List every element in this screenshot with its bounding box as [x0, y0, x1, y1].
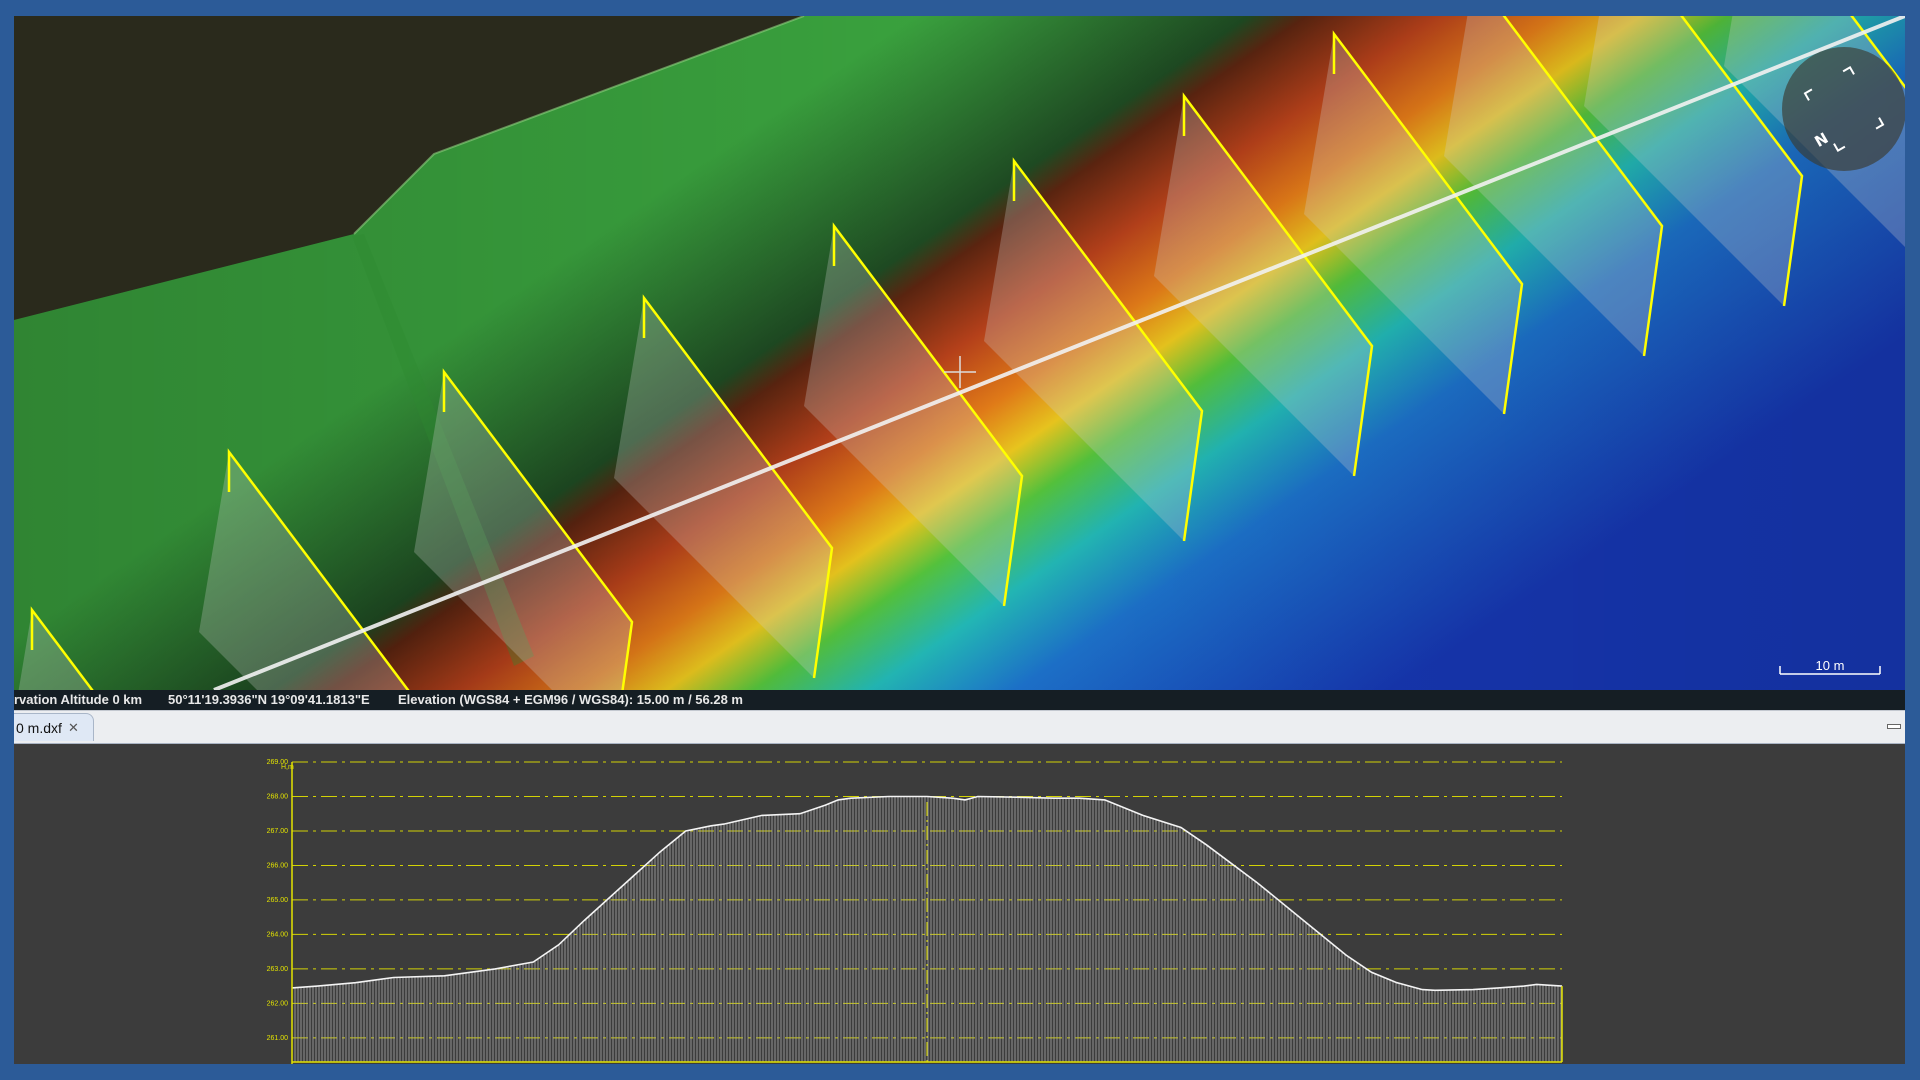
status-bar: rvation Altitude 0 km 50°11'19.3936"N 19…	[14, 690, 1905, 710]
tab-strip: 0 m.dxf ✕	[14, 710, 1905, 745]
coordinates-readout: 50°11'19.3936"N 19°09'41.1813"E	[168, 692, 370, 707]
minimize-button[interactable]	[1887, 724, 1901, 729]
y-tick-label: 264.00	[267, 931, 289, 938]
y-axis-label: H,m	[281, 764, 294, 771]
elevation-readout: Elevation (WGS84 + EGM96 / WGS84): 15.00…	[398, 692, 743, 707]
elevation-profile-panel: 261.00 262.00 263.00 264.00 265.00 266.00 267.…	[14, 744, 1905, 1064]
application-frame: N 10 m rvation Altitude 0 km 50°11'19.39…	[14, 16, 1905, 1064]
y-tick-label: 268.00	[267, 793, 289, 800]
y-tick-label: 261.00	[267, 1035, 289, 1042]
terrain-3d-view[interactable]: N 10 m	[14, 16, 1905, 690]
tab-title: 0 m.dxf	[16, 720, 62, 736]
terrain-render[interactable]: N 10 m	[14, 16, 1905, 690]
y-tick-label: 267.00	[267, 828, 289, 835]
tab-dxf-file[interactable]: 0 m.dxf ✕	[14, 713, 94, 741]
y-tick-labels: 261.00 262.00 263.00 264.00 265.00 266.00 267.…	[267, 759, 289, 1042]
observation-altitude-readout: rvation Altitude 0 km	[14, 692, 143, 707]
compass-icon[interactable]: N	[1782, 47, 1905, 171]
y-tick-label: 265.00	[267, 897, 289, 904]
y-tick-label: 263.00	[267, 966, 289, 973]
elevation-profile-chart[interactable]: 261.00 262.00 263.00 264.00 265.00 266.00 267.…	[14, 744, 1905, 1064]
y-tick-label: 262.00	[267, 1000, 289, 1007]
close-icon[interactable]: ✕	[68, 714, 79, 742]
y-tick-label: 266.00	[267, 862, 289, 869]
scale-bar-label: 10 m	[1816, 658, 1845, 673]
